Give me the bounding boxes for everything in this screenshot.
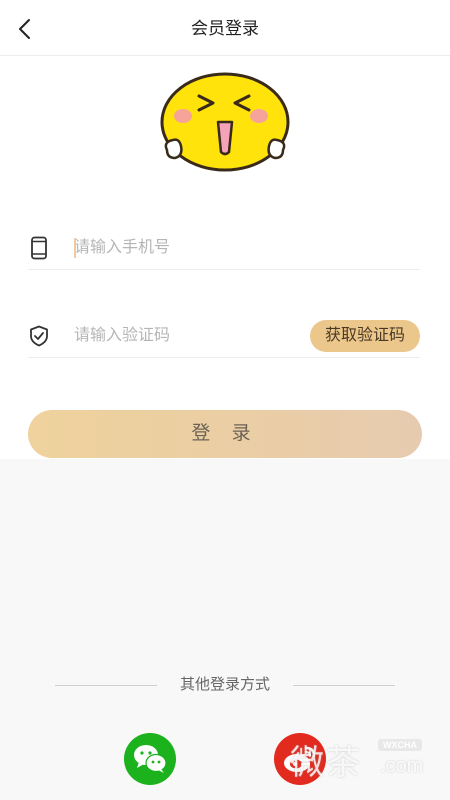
shield-check-icon [28, 324, 50, 348]
code-input[interactable] [74, 322, 304, 350]
login-button[interactable]: 登 录 [28, 410, 422, 458]
wechat-icon [134, 745, 167, 773]
back-button[interactable] [10, 14, 40, 44]
phone-field [28, 226, 420, 270]
chevron-left-icon [19, 19, 30, 39]
happy-face-mascot-icon [160, 72, 290, 172]
phone-input[interactable] [74, 234, 304, 262]
wechat-login-button[interactable] [124, 733, 176, 785]
weibo-login-button[interactable] [274, 733, 326, 785]
page-title: 会员登录 [191, 19, 259, 38]
phone-icon [28, 236, 50, 260]
header-bar: 会员登录 [0, 0, 450, 56]
text-cursor [74, 238, 76, 258]
watermark-domain: .com [380, 755, 424, 777]
login-screen: 会员登录 请输入手机号 请输入验证码 获取验证码 登 录 其他登录方式 微茶 W… [0, 0, 450, 800]
divider-line-right [293, 685, 395, 686]
code-field: 获取验证码 [28, 314, 420, 358]
get-code-button[interactable]: 获取验证码 [310, 320, 420, 352]
other-login-divider: 其他登录方式 [55, 675, 395, 695]
watermark-badge: WXCHA [378, 739, 422, 751]
weibo-icon [284, 746, 316, 772]
